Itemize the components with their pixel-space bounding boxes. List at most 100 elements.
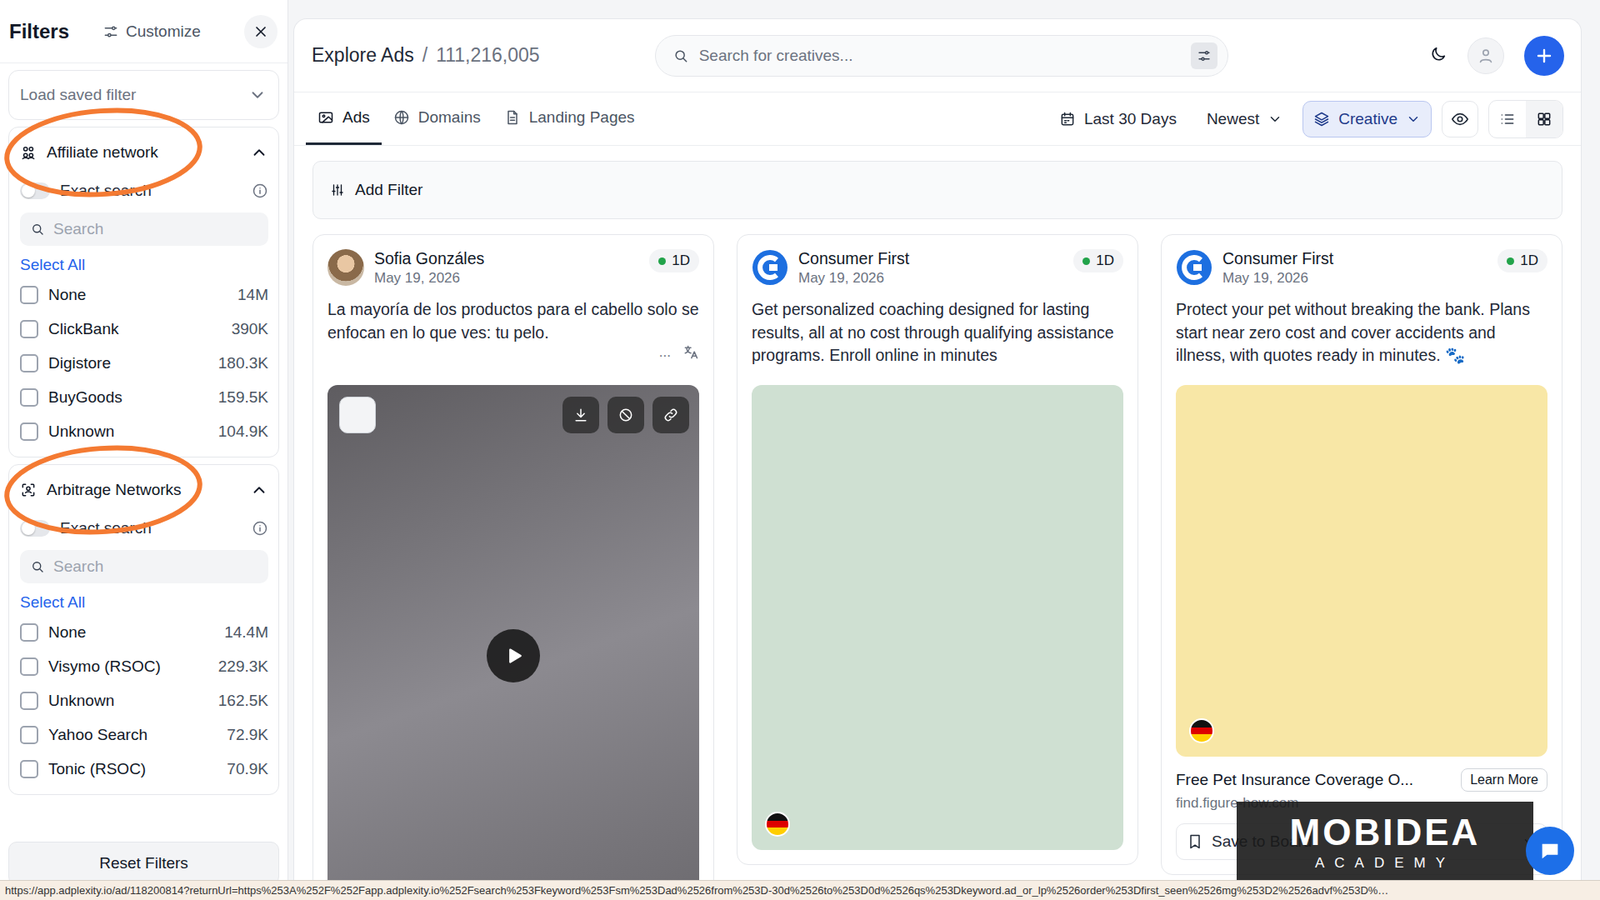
chat-icon [1538, 839, 1562, 863]
customize-button[interactable]: Customize [102, 22, 201, 41]
option-checkbox[interactable] [20, 285, 39, 305]
filter-option[interactable]: Tonic (RSOC)70.9K [20, 751, 269, 786]
download-button[interactable] [562, 396, 600, 434]
ad-card[interactable]: Consumer FirstMay 19, 2026 1D Get personal… [736, 234, 1139, 865]
card-header: Consumer FirstMay 19, 2026 1D [751, 249, 1124, 287]
cta-button[interactable]: Learn More [1460, 768, 1548, 792]
translate-icon[interactable] [682, 344, 700, 361]
list-view-button[interactable] [1489, 100, 1526, 138]
filter-search-input[interactable] [53, 557, 259, 576]
theme-button[interactable] [1429, 45, 1448, 67]
section-title: Arbitrage Networks [46, 480, 182, 500]
age-label: 1D [1520, 252, 1539, 270]
option-label: None [48, 285, 86, 305]
content-panel: Explore Ads / 111,216,005 AdsDomains Landing… [293, 18, 1582, 900]
close-icon [252, 23, 270, 40]
option-checkbox[interactable] [20, 760, 39, 779]
select-all-link[interactable]: Select All [20, 588, 269, 615]
view-switcher [1488, 100, 1564, 139]
option-checkbox[interactable] [20, 657, 39, 676]
page-title: Explore Ads [311, 44, 415, 67]
sort-dropdown[interactable]: Newest [1196, 100, 1293, 138]
tab[interactable]: Ads [305, 92, 382, 145]
visibility-button[interactable] [1441, 100, 1479, 138]
toggle-knob [21, 184, 35, 198]
add-filter-bar[interactable]: Add Filter [312, 160, 1563, 220]
date-range-button[interactable]: Last 30 Days [1049, 100, 1187, 138]
close-button[interactable] [244, 15, 278, 49]
select-all-link[interactable]: Select All [20, 250, 269, 278]
block-button[interactable] [607, 396, 645, 434]
option-checkbox[interactable] [20, 422, 39, 441]
author-info: Consumer FirstMay 19, 2026 [798, 249, 910, 287]
option-checkbox[interactable] [20, 691, 39, 710]
filter-option[interactable]: Unknown162.5K [20, 683, 269, 718]
filter-option[interactable]: Unknown104.9K [20, 414, 269, 449]
filter-option[interactable]: ClickBank 390K [20, 311, 269, 346]
more-button[interactable]: ... [659, 344, 671, 361]
post-date: May 19, 2026 [374, 270, 485, 287]
toolbar: Last 30 DaysNewestCreative [1049, 92, 1564, 145]
creative-search-input[interactable] [699, 46, 1181, 65]
search-filter-button[interactable] [1190, 42, 1218, 70]
exact-search-row: Exact search [20, 511, 269, 545]
sliders-icon [102, 23, 120, 40]
customize-label: Customize [125, 22, 201, 41]
ad-text: Get personalized coaching designed for l… [751, 298, 1124, 368]
tab-label: Landing Pages [529, 108, 635, 127]
filter-option[interactable]: Visymo (RSOC)229.3K [20, 649, 269, 684]
option-checkbox[interactable] [20, 623, 39, 642]
mode-dropdown[interactable]: Creative [1302, 100, 1432, 138]
section-header[interactable]: Arbitrage Networks [20, 468, 269, 512]
option-checkbox[interactable] [20, 320, 39, 339]
reset-filters-button[interactable]: Reset Filters [8, 841, 280, 885]
creative-search [655, 35, 1229, 77]
top-bar: Explore Ads / 111,216,005 [294, 19, 1581, 93]
ad-card[interactable]: Sofia GonzálesMay 19, 20261DLa mayoría d… [312, 234, 715, 900]
grid-view-button[interactable] [1525, 100, 1563, 138]
tab[interactable]: Domains [381, 92, 493, 145]
age-badge: 1D [1497, 249, 1548, 273]
ads-count: 111,216,005 [435, 44, 540, 67]
sliders-icon [1196, 48, 1212, 64]
filter-option[interactable]: None14.4M [20, 615, 269, 650]
filter-option[interactable]: BuyGoods159.5K [20, 380, 269, 415]
sidebar-title: Filters [9, 20, 70, 44]
add-button[interactable] [1524, 35, 1565, 76]
breadcrumb-separator: / [422, 44, 428, 67]
saved-filter-dropdown[interactable]: Load saved filter [8, 70, 280, 120]
option-count: 390K [231, 320, 269, 339]
moon-icon [1429, 45, 1448, 64]
section-header[interactable]: Affiliate network [20, 130, 269, 175]
filter-option[interactable]: None14M [20, 277, 269, 312]
option-checkbox[interactable] [20, 388, 39, 407]
option-checkbox[interactable] [20, 725, 39, 745]
plus-icon [1534, 45, 1555, 66]
tab[interactable]: Landing Pages [492, 92, 647, 145]
filter-option[interactable]: Digistore180.3K [20, 345, 269, 380]
exact-search-toggle[interactable] [20, 520, 50, 537]
active-dot [1506, 257, 1515, 265]
chevron-down-icon [1405, 111, 1421, 127]
germany-flag-icon [1189, 718, 1215, 744]
filter-search-input[interactable] [53, 220, 259, 239]
affiliate-network-icon [20, 144, 37, 161]
card-header: Consumer FirstMay 19, 20261D [1175, 249, 1548, 287]
user-button[interactable] [1467, 37, 1505, 75]
link-button[interactable] [652, 396, 690, 434]
calendar-icon [1059, 110, 1076, 128]
select-checkbox[interactable] [339, 396, 376, 434]
play-button[interactable] [486, 629, 540, 683]
exact-search-toggle[interactable] [20, 182, 50, 200]
germany-flag-icon [765, 811, 790, 837]
option-label: ClickBank [48, 320, 119, 339]
filter-option[interactable]: Yahoo Search72.9K [20, 717, 269, 752]
user-icon [1476, 46, 1495, 65]
age-label: 1D [1095, 252, 1115, 270]
watermark: MOBIDEAACADEMY [1236, 801, 1534, 882]
ad-card[interactable]: Consumer FirstMay 19, 20261DProtect your… [1160, 234, 1563, 875]
option-checkbox[interactable] [20, 354, 39, 373]
eye-icon [1450, 110, 1470, 129]
info-icon [251, 520, 269, 537]
chat-button[interactable] [1525, 826, 1575, 875]
